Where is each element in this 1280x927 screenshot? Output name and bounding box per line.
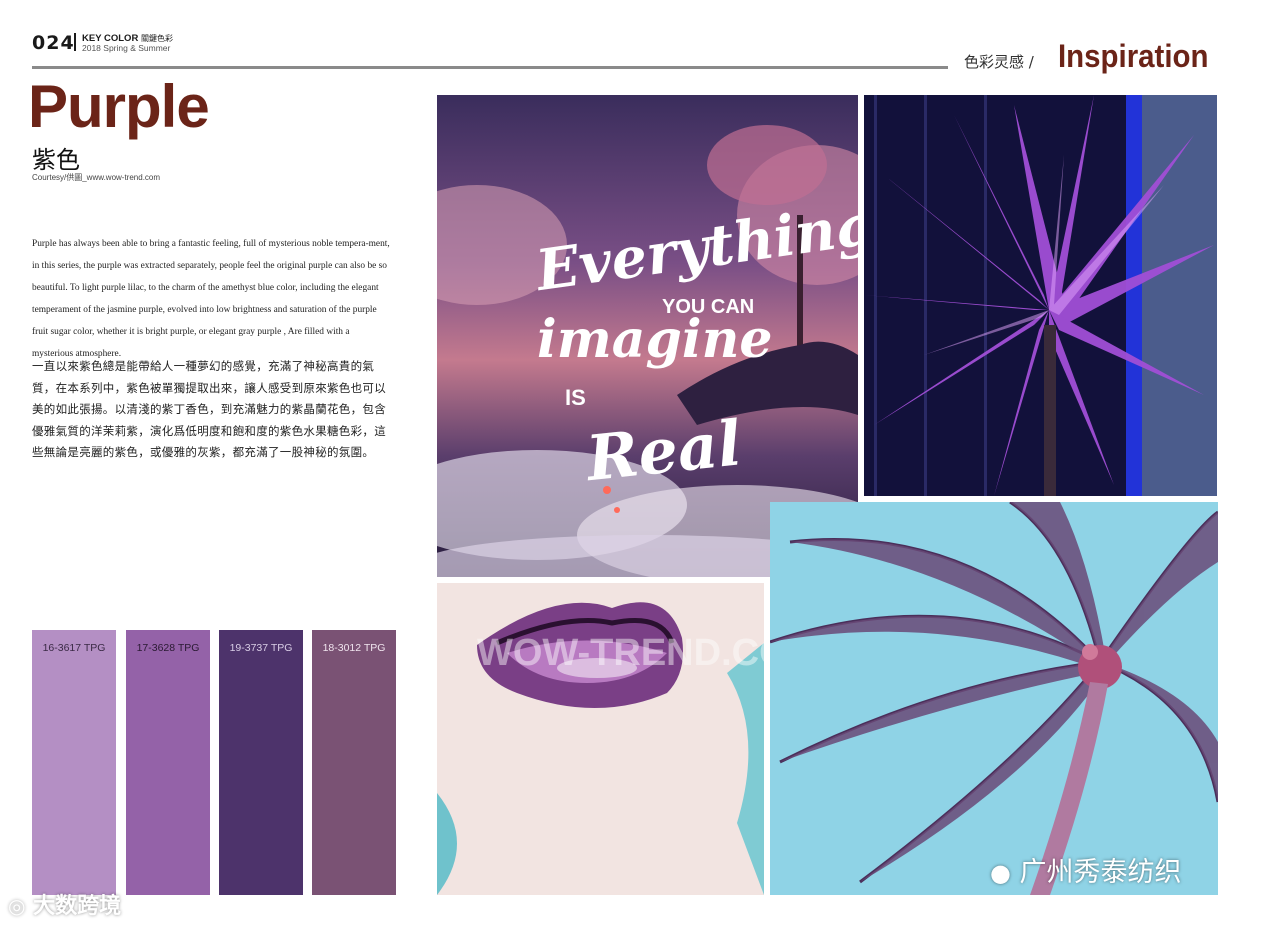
inspiration-cn: 色彩灵感 /: [964, 53, 1034, 71]
watermark-text: 大数跨境: [33, 894, 122, 919]
header-rule: [32, 66, 948, 69]
brand-watermark-left: ◎ 大数跨境: [8, 888, 121, 920]
poster-line-4: IS: [565, 385, 586, 410]
watermark-text: 广州秀泰纺织: [1019, 857, 1182, 888]
palm-image: [770, 502, 1218, 895]
swatch-code: 19-3737 TPG: [229, 642, 293, 654]
key-color-cn: 關鍵色彩: [140, 34, 173, 43]
description-en: Purple has always been able to bring a f…: [32, 239, 390, 359]
chat-bubble-icon: ◎: [8, 894, 26, 918]
swatch-code: 16-3617 TPG: [42, 642, 106, 654]
swatch-16-3617: 16-3617 TPG: [32, 630, 116, 895]
color-title: Purple: [28, 73, 210, 140]
color-title-cn: 紫色: [32, 146, 80, 174]
description-cn: 一直以來紫色總是能帶給人一種夢幻的感覺，充滿了神秘高貴的氣質，在本系列中，紫色被…: [32, 359, 386, 459]
season-label: 2018 Spring & Summer: [82, 43, 171, 53]
courtesy-credit: Courtesy/供圖_www.wow-trend.com: [32, 173, 161, 182]
page-number: 024: [32, 32, 75, 54]
poster-line-3: imagine: [537, 309, 772, 370]
inspiration-title: Inspiration: [1058, 38, 1209, 74]
lips-image: WOW-TREND.COM: [437, 583, 764, 895]
plant-image: [864, 95, 1217, 496]
wechat-icon: ●: [990, 859, 1011, 887]
brand-watermark-right: ● 广州秀泰纺织: [990, 850, 1182, 889]
page-number-divider: [74, 33, 76, 51]
swatch-18-3012: 18-3012 TPG: [312, 630, 396, 895]
swatch-code: 18-3012 TPG: [322, 642, 386, 654]
center-watermark: WOW-TREND.COM: [477, 632, 764, 674]
swatch-17-3628: 17-3628 TPG: [126, 630, 210, 895]
swatch-19-3737: 19-3737 TPG: [219, 630, 303, 895]
swatch-code: 17-3628 TPG: [136, 642, 200, 654]
